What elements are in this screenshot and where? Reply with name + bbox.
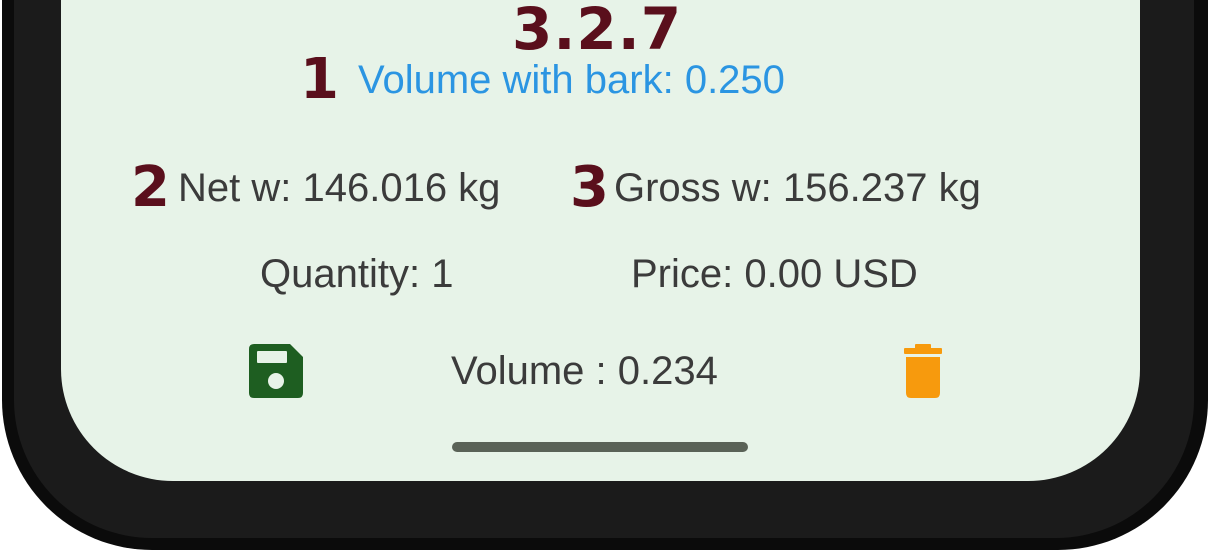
trash-icon — [904, 344, 942, 398]
section-annotation: 3.2.7 — [512, 0, 683, 63]
net-weight-text: Net w: 146.016 kg — [178, 166, 501, 210]
home-indicator[interactable] — [452, 442, 748, 452]
price-text: Price: 0.00 USD — [631, 252, 918, 296]
volume-text: Volume : 0.234 — [451, 349, 718, 393]
floppy-disk-icon — [249, 344, 303, 398]
delete-button[interactable] — [898, 344, 948, 398]
quantity-text: Quantity: 1 — [260, 252, 454, 296]
annotation-marker-3: 3 — [570, 155, 609, 220]
gross-weight-text: Gross w: 156.237 kg — [614, 166, 981, 210]
annotation-marker-1: 1 — [300, 47, 339, 112]
annotation-marker-2: 2 — [131, 155, 170, 220]
save-button[interactable] — [249, 344, 303, 398]
volume-with-bark-text: Volume with bark: 0.250 — [358, 58, 785, 102]
